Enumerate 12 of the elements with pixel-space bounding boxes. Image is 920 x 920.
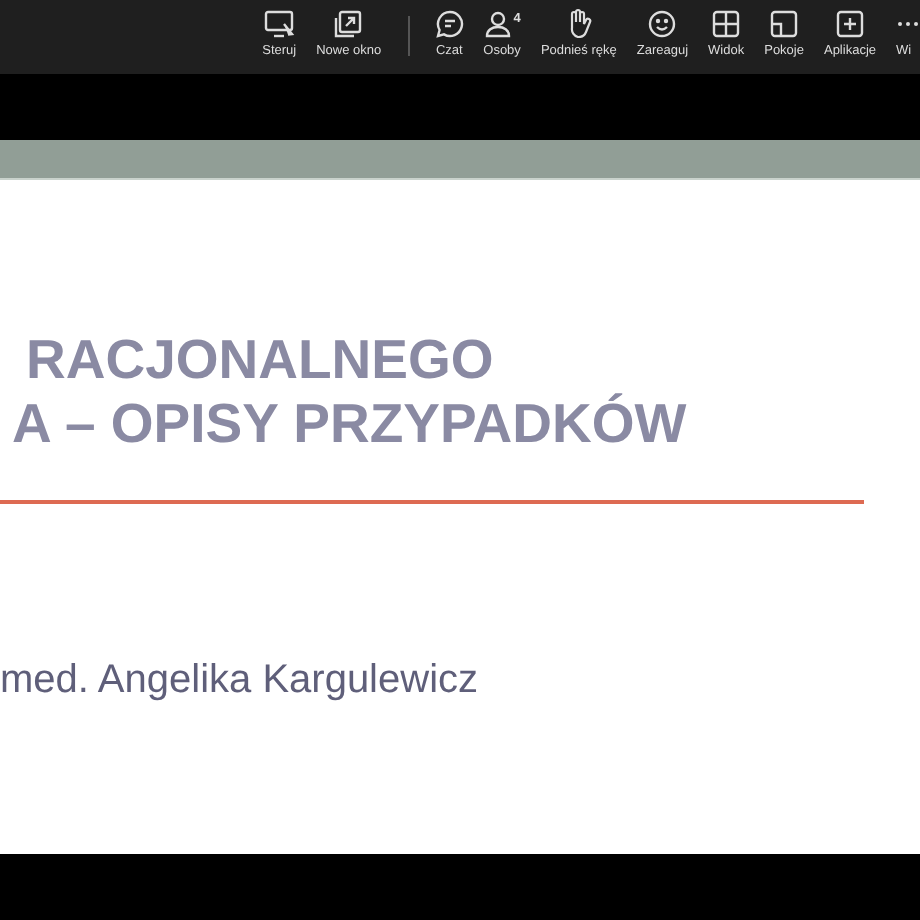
popout-icon (334, 10, 363, 38)
screen-share-icon (263, 10, 296, 38)
author-name: med. Angelika Kargulewicz (0, 657, 481, 703)
slide-title: A – OPISY PRZYPADKÓW (10, 392, 689, 456)
smiley-icon (648, 10, 677, 38)
people-icon (483, 10, 512, 38)
chat-icon (435, 10, 464, 38)
rooms-icon (770, 10, 799, 38)
hand-icon (565, 8, 592, 38)
grid-icon (712, 10, 741, 38)
slide-title: RACJONALNEGO (24, 328, 496, 392)
plus-icon (835, 10, 864, 38)
